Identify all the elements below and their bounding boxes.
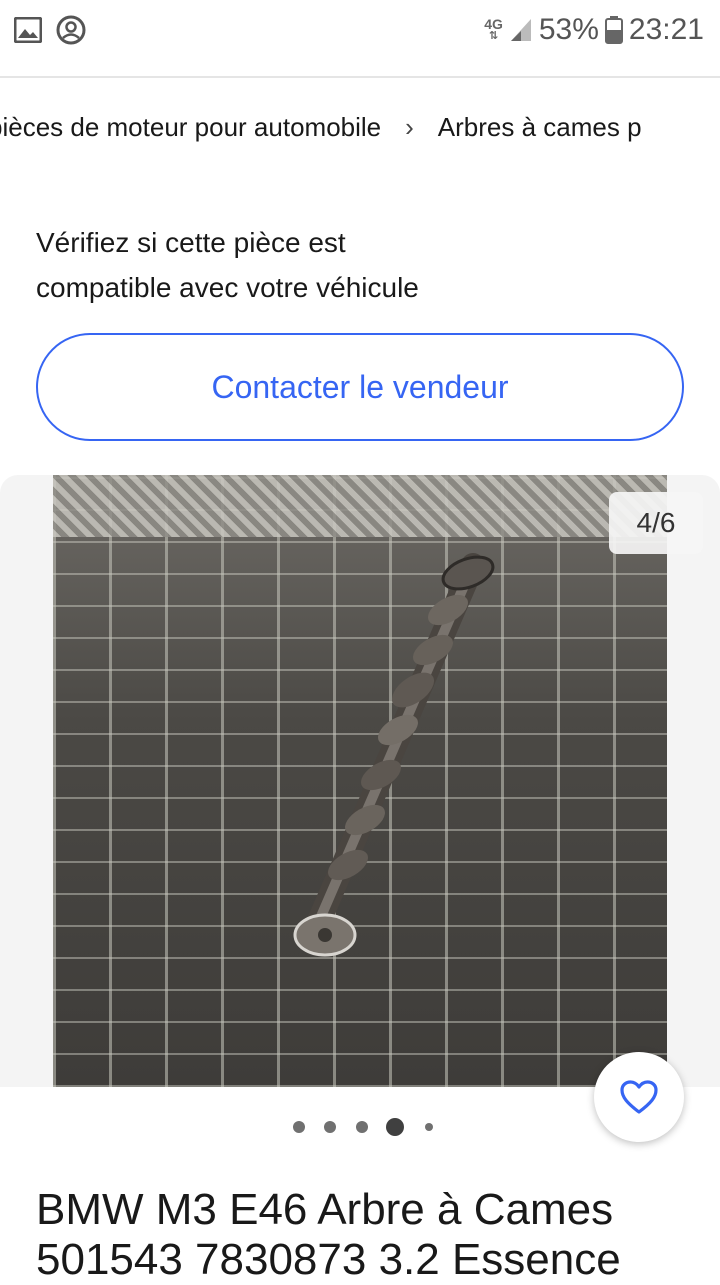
carousel-dot-1[interactable] bbox=[293, 1121, 305, 1133]
account-circle-icon bbox=[56, 15, 86, 45]
product-photo[interactable] bbox=[53, 475, 667, 1087]
header-divider bbox=[0, 76, 720, 78]
breadcrumb-item-engine-parts[interactable]: pièces de moteur pour automobile bbox=[0, 112, 381, 143]
signal-icon bbox=[510, 19, 531, 41]
battery-icon bbox=[604, 16, 623, 44]
status-right: 4G ⇅ 53% 23:21 bbox=[484, 13, 704, 47]
listing-title: BMW M3 E46 Arbre à Cames 501543 7830873 … bbox=[36, 1185, 696, 1285]
carousel-dot-2[interactable] bbox=[324, 1121, 336, 1133]
carousel-dot-3[interactable] bbox=[356, 1121, 368, 1133]
image-icon bbox=[14, 17, 42, 43]
status-left bbox=[14, 15, 86, 45]
battery-percent: 53% bbox=[538, 13, 599, 46]
network-indicator: 4G ⇅ bbox=[484, 16, 503, 42]
breadcrumb-item-camshafts[interactable]: Arbres à cames p bbox=[438, 112, 642, 143]
compatibility-line-1: Vérifiez si cette pièce est bbox=[36, 227, 346, 258]
clock: 23:21 bbox=[628, 13, 704, 46]
image-counter: 4/6 bbox=[609, 492, 703, 554]
carousel-dot-5[interactable] bbox=[425, 1123, 433, 1131]
status-bar: 4G ⇅ 53% 23:21 bbox=[0, 0, 720, 60]
network-label: 4G bbox=[484, 16, 503, 32]
favorite-button[interactable] bbox=[594, 1052, 684, 1142]
compatibility-line-2: compatible avec votre véhicule bbox=[36, 272, 419, 303]
compatibility-text: Vérifiez si cette pièce est compatible a… bbox=[36, 220, 556, 310]
listing-title-line-2: 501543 7830873 3.2 Essence bbox=[36, 1235, 621, 1284]
carousel-dot-4-active[interactable] bbox=[386, 1118, 404, 1136]
breadcrumb: pièces de moteur pour automobile › Arbre… bbox=[0, 108, 720, 150]
listing-title-line-1: BMW M3 E46 Arbre à Cames bbox=[36, 1185, 614, 1234]
contact-seller-button[interactable]: Contacter le vendeur bbox=[36, 333, 684, 441]
chevron-right-icon: › bbox=[405, 112, 414, 142]
heart-outline-icon bbox=[620, 1080, 658, 1114]
image-gallery[interactable] bbox=[0, 475, 720, 1087]
camshaft-image bbox=[293, 553, 495, 957]
